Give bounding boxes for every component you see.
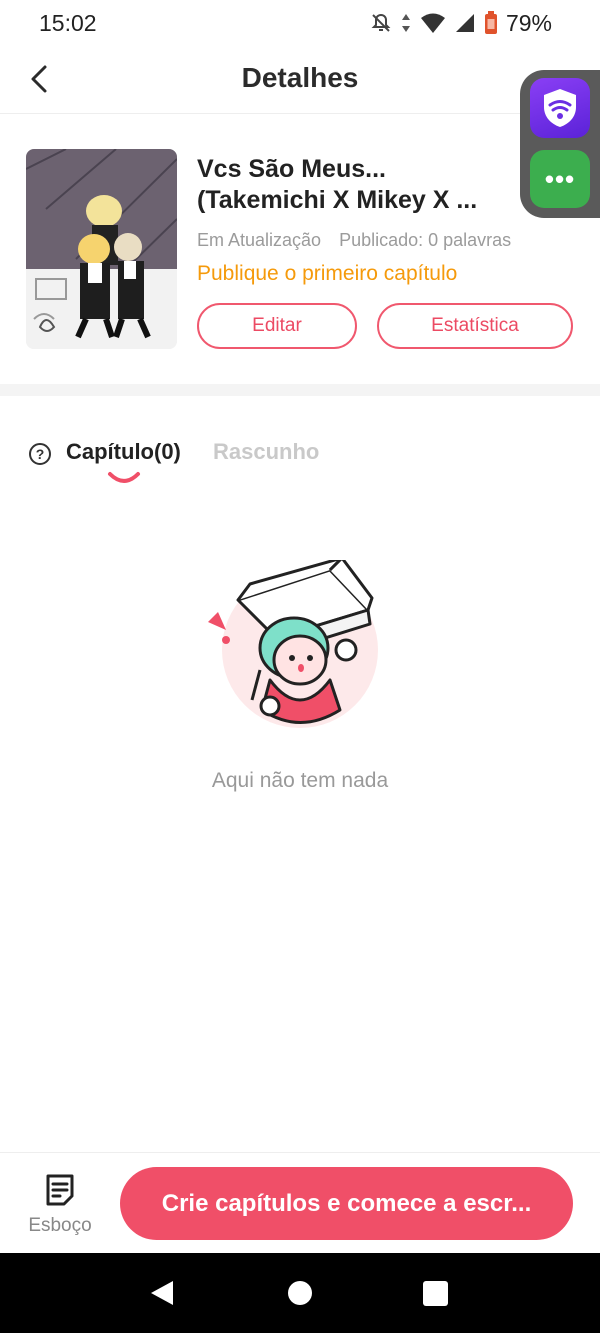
empty-box-illustration <box>208 560 378 728</box>
story-title-line-2: (Takemichi X Mikey X ... <box>197 186 478 214</box>
empty-state-message: Aqui não tem nada <box>211 769 389 792</box>
bottom-action-bar: Esboço Crie capítulos e comece a escr... <box>0 1152 600 1253</box>
bell-off-icon <box>371 13 391 32</box>
nav-home-icon[interactable] <box>288 1281 312 1305</box>
story-status: Em Atualização <box>197 230 322 250</box>
chapter-tabs: ? Capítulo(0) Rascunho <box>0 430 600 490</box>
nav-back-icon[interactable] <box>149 1279 175 1307</box>
app-header: Detalhes <box>0 48 600 114</box>
battery-percentage: 79% <box>505 9 552 36</box>
tab-drafts[interactable]: Rascunho <box>213 439 319 465</box>
help-icon[interactable]: ? <box>29 443 51 465</box>
story-published-count: Publicado: 0 palavras <box>339 230 512 250</box>
section-divider <box>0 384 600 396</box>
story-details: Vcs São Meus... (Takemichi X Mikey X ...… <box>0 115 600 385</box>
signal-icon <box>455 14 474 32</box>
active-tab-indicator <box>108 472 140 483</box>
wifi-icon <box>420 13 445 33</box>
status-icons: 79% <box>370 10 552 36</box>
outline-label: Esboço <box>28 1215 92 1236</box>
story-meta: Em Atualização Publicado: 0 palavras <box>197 230 511 251</box>
document-list-icon <box>46 1174 74 1206</box>
publish-first-chapter-link[interactable]: Publique o primeiro capítulo <box>197 262 457 286</box>
create-chapter-button[interactable]: Crie capítulos e comece a escr... <box>120 1167 573 1240</box>
nav-recents-icon[interactable] <box>423 1281 448 1306</box>
status-time: 15:02 <box>39 10 97 36</box>
cover-art <box>26 149 177 349</box>
outline-button[interactable]: Esboço <box>18 1169 102 1243</box>
battery-icon <box>484 11 497 34</box>
tab-chapters[interactable]: Capítulo(0) <box>66 439 181 465</box>
statistics-button[interactable]: Estatística <box>377 303 573 349</box>
story-title: Vcs São Meus... (Takemichi X Mikey X ... <box>197 154 497 216</box>
data-arrows-icon <box>401 14 410 32</box>
edit-button[interactable]: Editar <box>197 303 357 349</box>
system-nav-bar <box>0 1253 600 1333</box>
page-title: Detalhes <box>241 62 359 93</box>
story-title-line-1: Vcs São Meus... <box>197 155 386 183</box>
story-cover-image[interactable] <box>26 149 177 349</box>
status-bar: 15:02 79% <box>0 0 600 48</box>
